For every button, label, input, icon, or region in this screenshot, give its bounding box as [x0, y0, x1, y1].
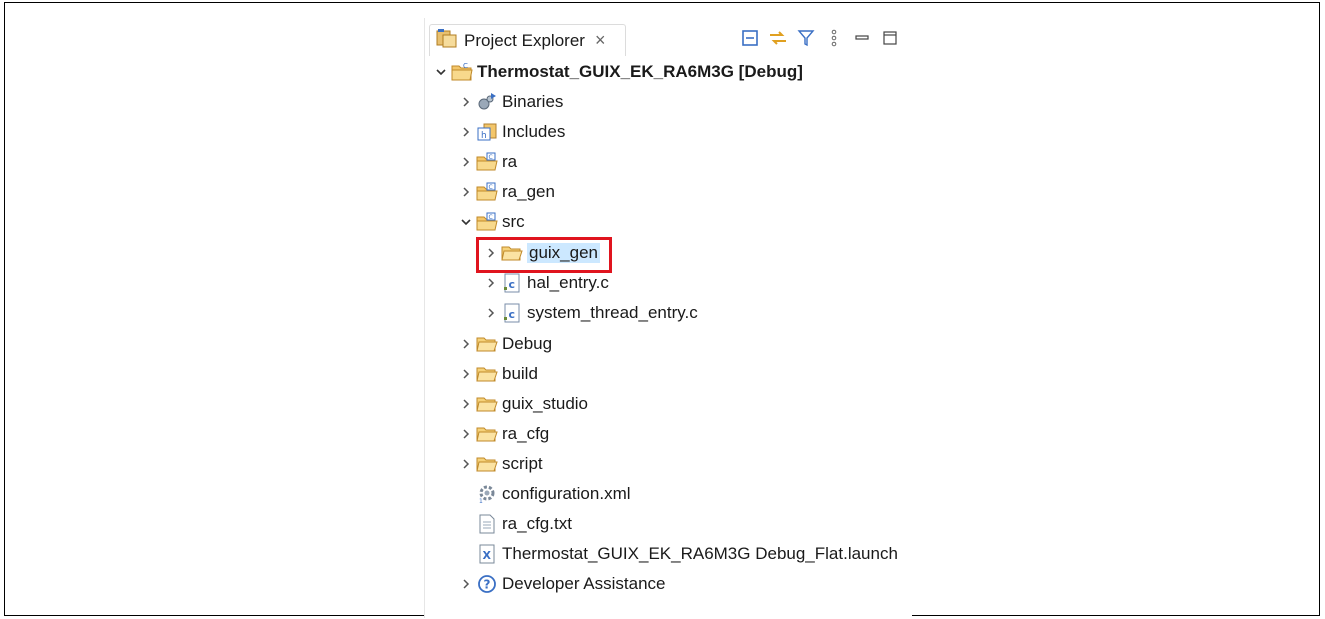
help-icon: ? — [476, 574, 498, 594]
c-file-icon: c — [501, 273, 523, 293]
tree-item-ra[interactable]: C ra — [458, 148, 517, 176]
chevron-down-icon[interactable] — [458, 212, 474, 232]
chevron-right-icon[interactable] — [458, 454, 474, 474]
tree-label: hal_entry.c — [527, 273, 609, 292]
collapse-all-icon[interactable] — [740, 28, 760, 48]
chevron-right-icon[interactable] — [458, 364, 474, 384]
tree-label: configuration.xml — [502, 484, 631, 503]
tab-project-explorer[interactable]: Project Explorer × — [429, 24, 626, 56]
tree-label: guix_gen — [527, 243, 601, 263]
tree-label: Includes — [502, 122, 566, 141]
chevron-right-icon[interactable] — [458, 92, 474, 112]
view-menu-icon[interactable] — [824, 28, 844, 48]
tree-label: ra_gen — [502, 182, 555, 201]
folder-icon — [476, 364, 498, 384]
svg-text:X: X — [483, 549, 492, 562]
tree-label: ra_cfg — [502, 424, 550, 443]
minimize-icon[interactable] — [852, 28, 872, 48]
project-explorer-icon — [436, 28, 458, 53]
svg-text:C: C — [489, 154, 493, 161]
tree-item-build[interactable]: build — [458, 360, 538, 388]
text-file-icon — [476, 514, 498, 534]
project-folder-icon: C — [451, 62, 473, 82]
view-toolbar — [740, 28, 900, 48]
chevron-right-icon[interactable] — [458, 394, 474, 414]
close-icon[interactable]: × — [595, 30, 606, 51]
tree-item-configuration[interactable]: 1 configuration.xml — [458, 480, 631, 508]
chevron-down-icon[interactable] — [433, 62, 449, 82]
chevron-right-icon[interactable] — [458, 334, 474, 354]
tree-item-ra-cfg[interactable]: ra_cfg — [458, 420, 549, 448]
tree-item-project[interactable]: C Thermostat_GUIX_EK_RA6M3G [Debug] — [433, 58, 803, 86]
tree-label: ra_cfg.txt — [502, 514, 572, 533]
tree-item-launch[interactable]: X Thermostat_GUIX_EK_RA6M3G Debug_Flat.l… — [458, 540, 898, 568]
binaries-icon — [476, 92, 498, 112]
tree-label: build — [502, 364, 538, 383]
tree-label: script — [502, 454, 543, 473]
tree-item-hal-entry[interactable]: c hal_entry.c — [483, 269, 609, 297]
folder-icon — [476, 424, 498, 444]
tree-item-guix-studio[interactable]: guix_studio — [458, 390, 588, 418]
chevron-right-icon[interactable] — [458, 152, 474, 172]
filter-icon[interactable] — [796, 28, 816, 48]
chevron-right-icon[interactable] — [458, 182, 474, 202]
tree-label: system_thread_entry.c — [527, 303, 698, 322]
link-with-editor-icon[interactable] — [768, 28, 788, 48]
source-folder-icon: C — [476, 152, 498, 172]
tree-label: Thermostat_GUIX_EK_RA6M3G Debug_Flat.lau… — [502, 544, 898, 563]
svg-text:c: c — [509, 308, 516, 321]
chevron-right-icon[interactable] — [483, 273, 499, 293]
view-tab-bar: Project Explorer × — [425, 18, 912, 62]
chevron-right-icon[interactable] — [458, 574, 474, 594]
tree-label: ra — [502, 152, 518, 171]
configuration-gear-icon: 1 — [476, 484, 498, 504]
launch-file-icon: X — [476, 544, 498, 564]
svg-text:1: 1 — [479, 498, 483, 504]
svg-text:?: ? — [484, 578, 491, 592]
tree-item-guix-gen[interactable]: guix_gen — [483, 239, 601, 267]
tree-item-system-thread-entry[interactable]: c system_thread_entry.c — [483, 299, 698, 327]
includes-icon: h — [476, 122, 498, 142]
project-label: Thermostat_GUIX_EK_RA6M3G [Debug] — [477, 62, 803, 81]
svg-text:C: C — [489, 184, 493, 191]
svg-text:c: c — [509, 278, 516, 291]
tree-item-developer-assistance[interactable]: ? Developer Assistance — [458, 570, 665, 598]
tree-item-ra-cfg-txt[interactable]: ra_cfg.txt — [458, 510, 572, 538]
tree-label: Developer Assistance — [502, 574, 666, 593]
tree-item-debug[interactable]: Debug — [458, 330, 552, 358]
tree-item-src[interactable]: C src — [458, 208, 525, 236]
tree-label: guix_studio — [502, 394, 589, 413]
chevron-right-icon[interactable] — [483, 303, 499, 323]
tree-label: Binaries — [502, 92, 564, 111]
source-folder-icon: C — [476, 212, 498, 232]
folder-icon — [476, 334, 498, 354]
folder-icon — [476, 454, 498, 474]
chevron-right-icon[interactable] — [458, 424, 474, 444]
c-file-icon: c — [501, 303, 523, 323]
tree-item-binaries[interactable]: Binaries — [458, 88, 563, 116]
tree-item-includes[interactable]: h Includes — [458, 118, 565, 146]
maximize-icon[interactable] — [880, 28, 900, 48]
folder-icon — [476, 394, 498, 414]
folder-icon — [501, 243, 523, 263]
svg-text:h: h — [481, 131, 487, 141]
project-explorer-panel: Project Explorer × C Thermostat_GUIX_EK_… — [424, 18, 912, 618]
tree-item-ra-gen[interactable]: C ra_gen — [458, 178, 555, 206]
chevron-right-icon[interactable] — [458, 122, 474, 142]
source-folder-icon: C — [476, 182, 498, 202]
svg-text:C: C — [463, 62, 468, 70]
svg-text:C: C — [489, 214, 493, 221]
tab-title: Project Explorer — [464, 30, 585, 50]
chevron-right-icon[interactable] — [483, 243, 499, 263]
tree-label: src — [502, 212, 525, 231]
tree-label: Debug — [502, 334, 553, 353]
tree-item-script[interactable]: script — [458, 450, 543, 478]
